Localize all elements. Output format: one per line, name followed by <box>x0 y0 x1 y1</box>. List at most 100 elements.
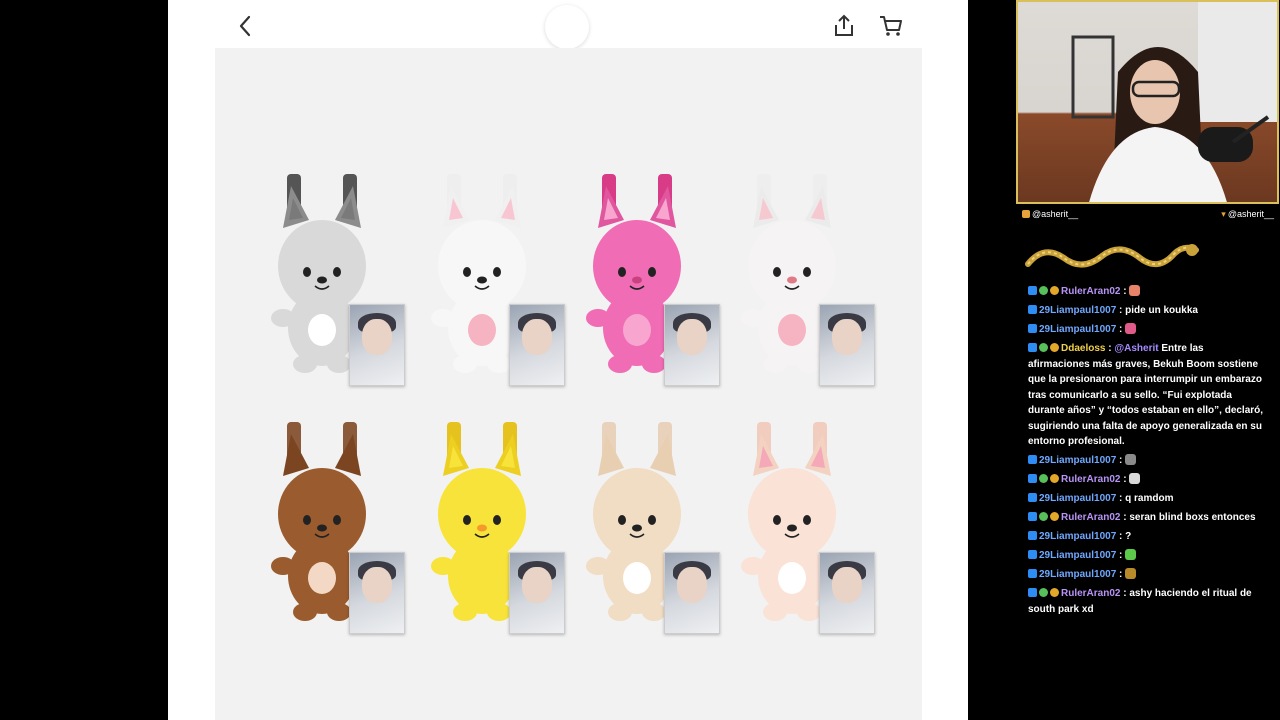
chat-username[interactable]: RulerAran02 <box>1061 286 1120 297</box>
photocard <box>349 304 405 386</box>
back-button[interactable] <box>230 10 262 42</box>
photocard-face <box>832 567 862 603</box>
chat-message: RulerAran02 : ashy haciendo el ritual de… <box>1028 588 1252 615</box>
blue-badge-icon <box>1028 324 1037 333</box>
emote-icon <box>1129 473 1141 484</box>
chat-text: ? <box>1125 531 1132 542</box>
green-badge-icon <box>1039 588 1048 597</box>
gold-badge-icon <box>1050 474 1059 483</box>
chat-username[interactable]: RulerAran02 <box>1061 512 1120 523</box>
chat-text: Entre las afirmaciones más graves, Bekuh… <box>1028 343 1264 447</box>
product-plush-fox[interactable] <box>735 416 880 636</box>
cart-icon <box>880 16 902 36</box>
page-indicator-circle <box>545 5 589 49</box>
blue-badge-icon <box>1028 474 1037 483</box>
chat-text: q ramdom <box>1125 493 1174 504</box>
blue-badge-icon <box>1028 286 1037 295</box>
product-page <box>168 0 968 720</box>
chat-message: 29Liampaul1007 : q ramdom <box>1028 491 1268 507</box>
emote-icon <box>1125 454 1137 465</box>
emote-icon <box>1125 568 1137 579</box>
gold-badge-icon <box>1050 343 1059 352</box>
photocard <box>664 304 720 386</box>
emote-icon <box>1125 323 1137 334</box>
photocard-face <box>677 319 707 355</box>
dragon-decoration <box>1025 244 1199 268</box>
cart-button[interactable] <box>875 10 907 42</box>
chevron-left-icon <box>239 15 251 37</box>
blue-badge-icon <box>1028 343 1037 352</box>
left-black-bar <box>0 0 168 720</box>
photocard-face <box>522 567 552 603</box>
chat-username[interactable]: 29Liampaul1007 <box>1039 550 1116 561</box>
chat-username[interactable]: RulerAran02 <box>1061 474 1120 485</box>
green-badge-icon <box>1039 286 1048 295</box>
share-button[interactable] <box>828 10 860 42</box>
photocard <box>509 304 565 386</box>
chat-username[interactable]: 29Liampaul1007 <box>1039 531 1116 542</box>
blue-badge-icon <box>1028 493 1037 502</box>
share-icon <box>835 14 853 36</box>
chat-text: pide un koukka <box>1125 305 1198 316</box>
emote-icon <box>1129 285 1141 296</box>
chat-username[interactable]: 29Liampaul1007 <box>1039 305 1116 316</box>
chat-username[interactable]: 29Liampaul1007 <box>1039 493 1116 504</box>
blue-badge-icon <box>1028 305 1037 314</box>
instagram-icon <box>1022 210 1030 218</box>
green-badge-icon <box>1039 512 1048 521</box>
blue-badge-icon <box>1028 588 1037 597</box>
blue-badge-icon <box>1028 531 1037 540</box>
chat-username[interactable]: 29Liampaul1007 <box>1039 324 1116 335</box>
product-plush-cat[interactable] <box>735 168 880 388</box>
photocard <box>664 552 720 634</box>
chat-message: 29Liampaul1007 : <box>1028 567 1268 583</box>
chat-message: 29Liampaul1007 : <box>1028 548 1268 564</box>
chat-message: RulerAran02 : seran blind boxs entonces <box>1028 510 1268 526</box>
chat-panel: RulerAran02 : 29Liampaul1007 : pide un k… <box>1028 284 1268 621</box>
social-handles: @asherit__ ▾ @asherit__ <box>1022 208 1274 224</box>
chat-message: RulerAran02 : <box>1028 284 1268 300</box>
chat-username[interactable]: 29Liampaul1007 <box>1039 455 1116 466</box>
gold-badge-icon <box>1050 588 1059 597</box>
chat-message: RulerAran02 : <box>1028 472 1268 488</box>
product-plush-bear[interactable] <box>580 416 725 636</box>
chat-username[interactable]: Ddaeloss <box>1061 343 1105 354</box>
photocard <box>349 552 405 634</box>
product-plush-pig-rabbit[interactable] <box>580 168 725 388</box>
chat-username[interactable]: 29Liampaul1007 <box>1039 569 1116 580</box>
chat-message: 29Liampaul1007 : ? <box>1028 529 1268 545</box>
photocard <box>819 552 875 634</box>
photocard-face <box>677 567 707 603</box>
photocard-face <box>362 567 392 603</box>
top-bar <box>168 0 968 49</box>
photocard-face <box>362 319 392 355</box>
instagram-handle: @asherit__ <box>1022 209 1078 219</box>
photocard <box>819 304 875 386</box>
emote-icon <box>1125 549 1137 560</box>
gold-badge-icon <box>1050 286 1059 295</box>
photocard-face <box>522 319 552 355</box>
blue-badge-icon <box>1028 455 1037 464</box>
chat-message: 29Liampaul1007 : <box>1028 322 1268 338</box>
blue-badge-icon <box>1028 569 1037 578</box>
green-badge-icon <box>1039 343 1048 352</box>
product-plush-chick[interactable] <box>425 416 570 636</box>
chat-message: 29Liampaul1007 : pide un koukka <box>1028 303 1268 319</box>
twitter-icon: ▾ <box>1221 209 1226 219</box>
chat-text: seran blind boxs entonces <box>1129 512 1256 523</box>
gold-badge-icon <box>1050 512 1059 521</box>
webcam-scene <box>1071 2 1277 202</box>
product-plush-puppy[interactable] <box>265 416 410 636</box>
product-plush-rabbit[interactable] <box>425 168 570 388</box>
blue-badge-icon <box>1028 512 1037 521</box>
chat-username[interactable]: RulerAran02 <box>1061 588 1120 599</box>
webcam-overlay <box>1016 0 1279 204</box>
chat-mention: @Asherit <box>1114 343 1159 354</box>
green-badge-icon <box>1039 474 1048 483</box>
product-plush-wolf[interactable] <box>265 168 410 388</box>
blue-badge-icon <box>1028 550 1037 559</box>
chat-message: Ddaeloss : @Asherit Entre las afirmacion… <box>1028 343 1264 447</box>
photocard <box>509 552 565 634</box>
product-image[interactable] <box>215 48 922 720</box>
twitter-handle: ▾ @asherit__ <box>1221 209 1274 219</box>
